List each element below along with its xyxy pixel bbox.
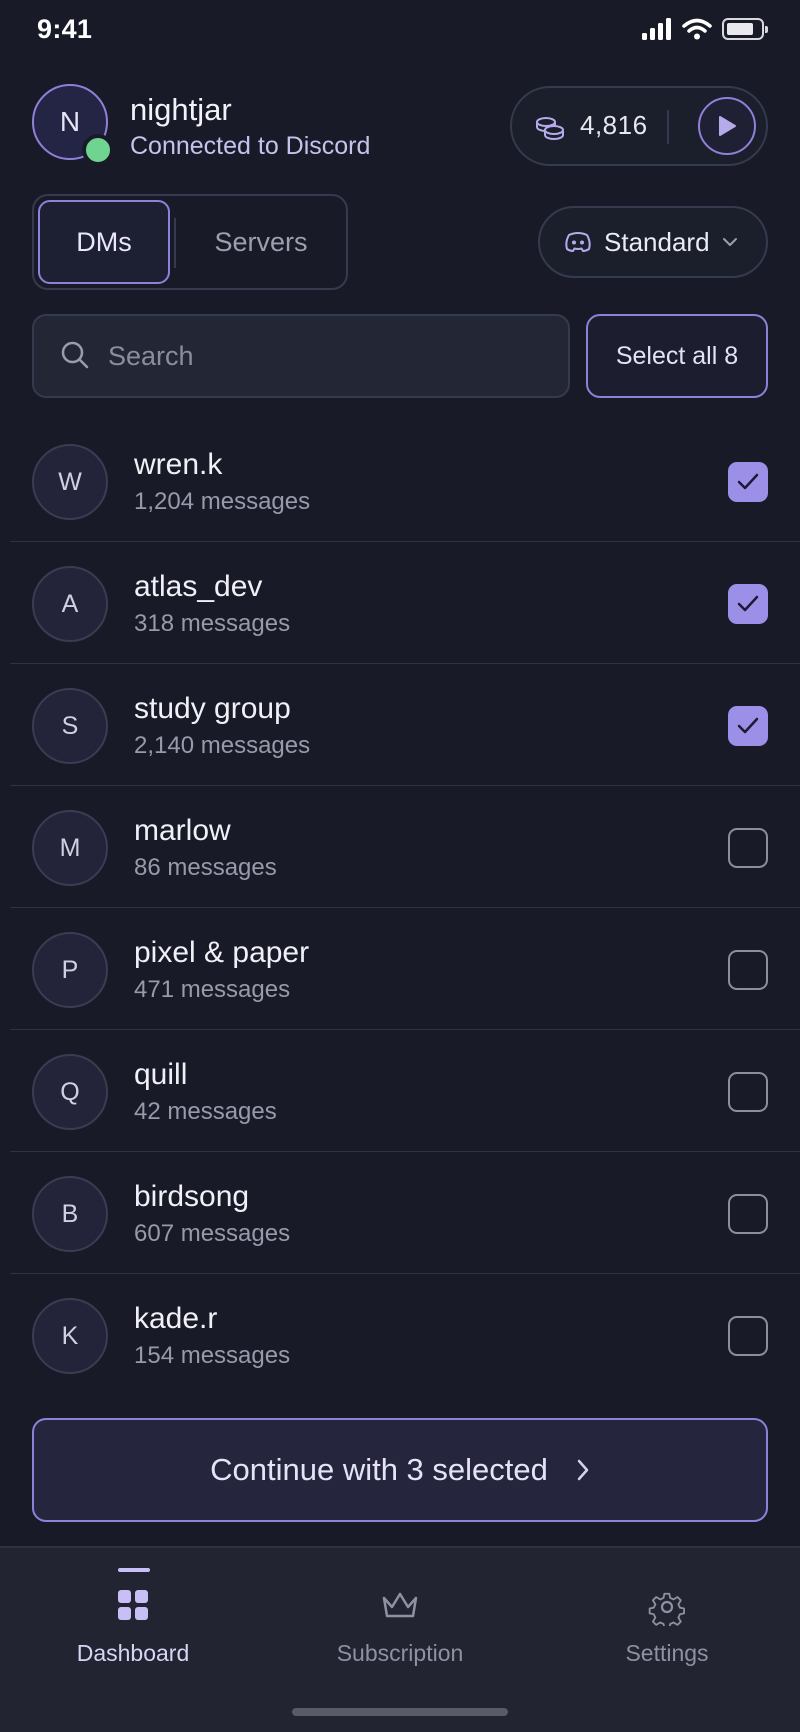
- search-input[interactable]: [108, 316, 548, 396]
- tab-settings[interactable]: Settings: [534, 1548, 800, 1688]
- chat-row[interactable]: K kade.r 154 messages: [0, 1274, 800, 1396]
- chat-row[interactable]: Q quill 42 messages: [0, 1030, 800, 1152]
- chat-row[interactable]: M marlow 86 messages: [0, 786, 800, 908]
- tab-label: Subscription: [336, 1640, 464, 1666]
- tab-servers[interactable]: Servers: [178, 200, 344, 284]
- mode-label: Standard: [604, 226, 710, 257]
- chat-row[interactable]: S study group 2,140 messages: [0, 664, 800, 786]
- tab-subscription[interactable]: Subscription: [267, 1548, 533, 1688]
- battery-icon: [722, 18, 768, 40]
- chat-row[interactable]: B birdsong 607 messages: [0, 1152, 800, 1274]
- bottom-tab-bar: Dashboard Subscription Settings: [0, 1546, 800, 1732]
- connection-status: Connected to Discord: [130, 132, 371, 160]
- search-box: [32, 314, 570, 398]
- chat-avatar: W: [32, 444, 108, 520]
- segment-divider: [174, 218, 176, 268]
- chat-name: study group: [134, 692, 291, 725]
- chat-message-count: 607 messages: [134, 1220, 291, 1247]
- chat-name: marlow: [134, 814, 231, 847]
- chat-message-count: 42 messages: [134, 1098, 277, 1125]
- chat-message-count: 86 messages: [134, 854, 277, 881]
- select-all-button[interactable]: Select all 8: [586, 314, 768, 398]
- chat-checkbox[interactable]: [728, 1072, 768, 1112]
- coin-balance-pill[interactable]: 4,816: [510, 86, 768, 166]
- chat-checkbox[interactable]: [728, 1316, 768, 1356]
- chat-list: W wren.k 1,204 messages A atlas_dev 318 …: [0, 420, 800, 1396]
- chat-avatar: M: [32, 810, 108, 886]
- grid-icon: [116, 1588, 150, 1627]
- checkmark-icon: [737, 595, 759, 612]
- chat-message-count: 318 messages: [134, 610, 291, 637]
- chat-row[interactable]: P pixel & paper 471 messages: [0, 908, 800, 1030]
- chat-name: pixel & paper: [134, 936, 310, 969]
- tab-dms[interactable]: DMs: [38, 200, 170, 284]
- tab-dashboard[interactable]: Dashboard: [0, 1548, 266, 1688]
- active-tab-indicator: [118, 1568, 150, 1572]
- chat-row[interactable]: W wren.k 1,204 messages: [0, 420, 800, 542]
- coin-balance-value: 4,816: [580, 110, 648, 140]
- gear-icon: [648, 1588, 686, 1631]
- chat-message-count: 2,140 messages: [134, 732, 311, 759]
- chat-name: kade.r: [134, 1302, 218, 1335]
- chat-checkbox[interactable]: [728, 462, 768, 502]
- checkmark-icon: [737, 717, 759, 734]
- chat-name: quill: [134, 1058, 188, 1091]
- chevron-down-icon: [722, 238, 737, 246]
- chat-type-segmented-control: DMs Servers: [32, 194, 348, 290]
- coin-divider: [667, 110, 669, 144]
- status-bar: 9:41: [0, 0, 800, 60]
- chat-checkbox[interactable]: [728, 584, 768, 624]
- tab-label: Dashboard: [76, 1640, 190, 1666]
- chevron-right-icon: [577, 1459, 589, 1481]
- play-icon: [719, 116, 736, 136]
- discord-icon: [565, 232, 591, 252]
- chat-message-count: 1,204 messages: [134, 488, 311, 515]
- online-status-dot: [82, 134, 114, 166]
- chat-avatar: Q: [32, 1054, 108, 1130]
- search-icon: [60, 340, 90, 375]
- chat-avatar: B: [32, 1176, 108, 1252]
- profile-username: nightjar: [130, 92, 232, 127]
- signal-icon: [642, 18, 671, 40]
- chat-name: wren.k: [134, 448, 223, 481]
- chat-checkbox[interactable]: [728, 828, 768, 868]
- chat-avatar: A: [32, 566, 108, 642]
- chat-avatar: K: [32, 1298, 108, 1374]
- chat-name: birdsong: [134, 1180, 250, 1213]
- chat-avatar: P: [32, 932, 108, 1008]
- chat-checkbox[interactable]: [728, 706, 768, 746]
- wifi-icon: [682, 18, 712, 40]
- chat-checkbox[interactable]: [728, 1194, 768, 1234]
- continue-label: Continue with 3 selected: [210, 1452, 548, 1487]
- coins-icon: [534, 112, 566, 147]
- continue-button[interactable]: Continue with 3 selected: [32, 1418, 768, 1522]
- home-indicator: [292, 1708, 508, 1716]
- tab-label: Settings: [625, 1640, 709, 1666]
- checkmark-icon: [737, 473, 759, 490]
- mode-dropdown[interactable]: Standard: [538, 206, 768, 278]
- chat-message-count: 471 messages: [134, 976, 291, 1003]
- chat-avatar: S: [32, 688, 108, 764]
- status-time: 9:41: [37, 14, 93, 44]
- chat-row[interactable]: A atlas_dev 318 messages: [0, 542, 800, 664]
- chat-message-count: 154 messages: [134, 1342, 291, 1369]
- crown-icon: [380, 1588, 420, 1627]
- play-button[interactable]: [698, 97, 756, 155]
- chat-name: atlas_dev: [134, 570, 263, 603]
- chat-checkbox[interactable]: [728, 950, 768, 990]
- status-icons: [642, 18, 768, 40]
